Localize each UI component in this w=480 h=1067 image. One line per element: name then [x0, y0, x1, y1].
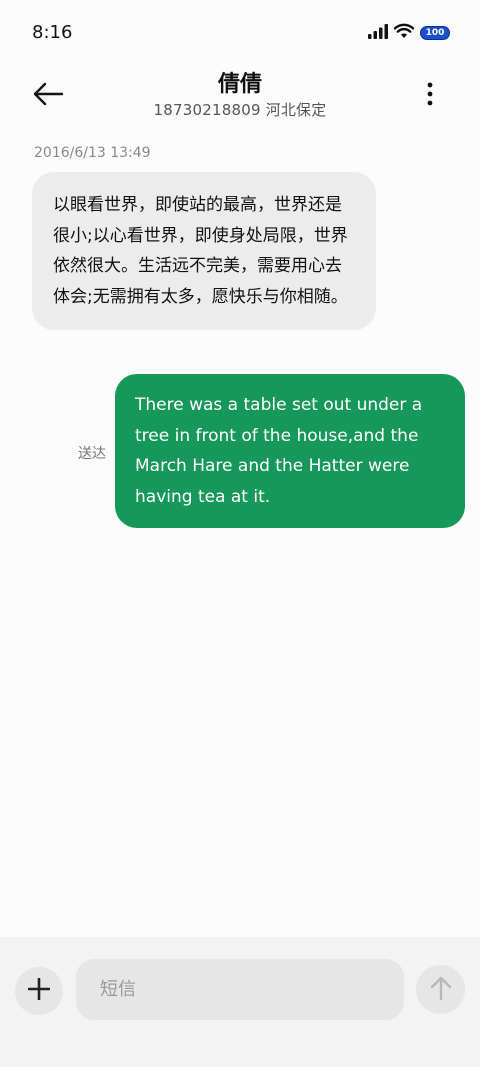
signal-icon [368, 23, 388, 43]
wifi-icon [393, 23, 415, 43]
message-input[interactable] [76, 959, 404, 1020]
contact-name: 倩倩 [217, 72, 262, 97]
plus-icon [27, 977, 51, 1004]
add-attachment-button[interactable] [15, 967, 63, 1015]
battery-icon: 100 [420, 26, 450, 40]
more-options-button[interactable] [410, 76, 450, 116]
arrow-up-icon [430, 975, 452, 1005]
delivery-status: 送达 [78, 446, 106, 462]
outgoing-message-bubble[interactable]: There was a table set out under a tree i… [115, 374, 465, 528]
status-icons: 100 [368, 22, 450, 44]
messaging-screen: 8:16 100 倩倩 18730218809 河北保定 2016/6/13 1… [0, 0, 480, 1067]
message-timestamp: 2016/6/13 13:49 [34, 145, 151, 161]
more-vertical-icon [427, 82, 433, 110]
status-bar: 8:16 100 [0, 0, 480, 64]
message-composer [0, 937, 480, 1067]
contact-number-location: 18730218809 河北保定 [153, 101, 327, 119]
status-time: 8:16 [32, 22, 73, 43]
incoming-message-bubble[interactable]: 以眼看世界，即使站的最高，世界还是很小;以心看世界，即使身处局限，世界依然很大。… [32, 172, 376, 330]
send-button[interactable] [416, 965, 465, 1014]
conversation-header: 倩倩 18730218809 河北保定 [0, 64, 480, 128]
